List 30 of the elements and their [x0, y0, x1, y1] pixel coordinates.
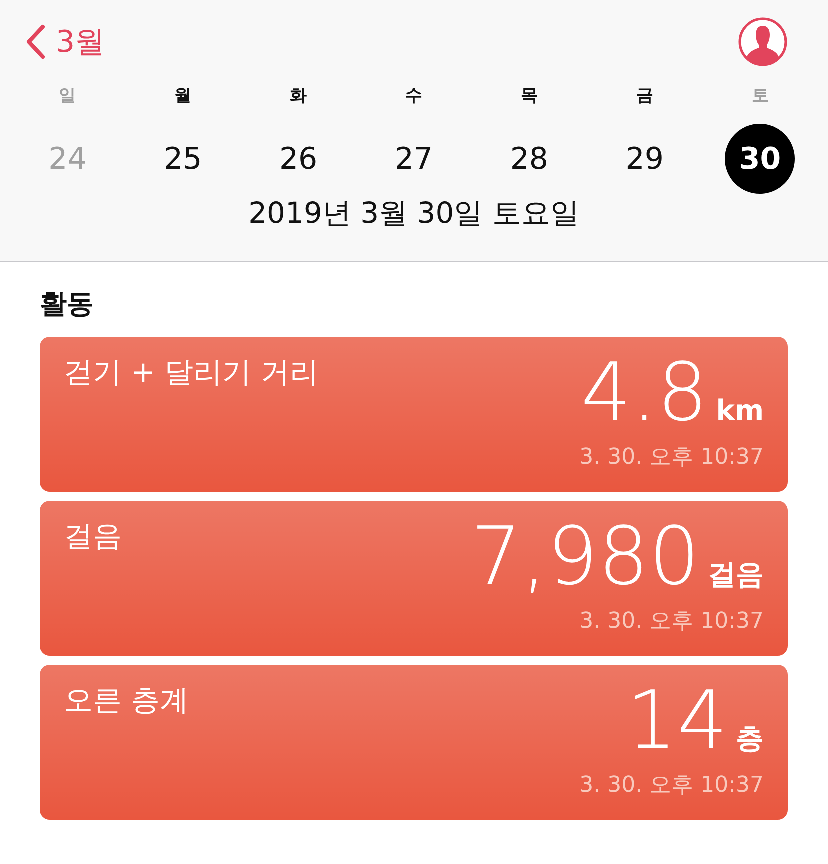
- card-title: 걷기 + 달리기 거리: [64, 354, 319, 391]
- metric-value: 14: [626, 681, 728, 761]
- weekday-label: 수: [405, 84, 422, 108]
- weekday-label: 일: [59, 84, 76, 108]
- weekday-label: 월: [174, 84, 192, 108]
- timestamp: 3. 30. 오후 10:37: [580, 444, 764, 472]
- weekday-label: 토: [752, 84, 769, 108]
- day-button[interactable]: 25: [148, 124, 218, 194]
- day-button[interactable]: 29: [610, 124, 680, 194]
- metric-unit: km: [716, 394, 764, 427]
- day-button[interactable]: 27: [378, 124, 449, 194]
- section-title: 활동: [40, 288, 95, 322]
- day-button[interactable]: 26: [264, 124, 334, 194]
- weekday-label: 금: [636, 84, 654, 108]
- timestamp: 3. 30. 오후 10:37: [580, 608, 764, 636]
- metric-value: 4.8: [580, 353, 708, 433]
- profile-icon[interactable]: [738, 17, 788, 67]
- metric-unit: 층: [736, 721, 764, 757]
- back-icon: [26, 24, 46, 60]
- timestamp: 3. 30. 오후 10:37: [580, 772, 764, 800]
- back-button[interactable]: 3월: [26, 22, 106, 62]
- day-button[interactable]: 30: [725, 124, 796, 194]
- selected-date: 2019년 3월 30일 토요일: [248, 195, 580, 232]
- weekday-label: 목: [520, 84, 538, 108]
- card-title: 오른 층계: [64, 682, 190, 719]
- card-title: 걸음: [64, 518, 122, 555]
- metric-value: 7,980: [470, 517, 700, 597]
- metric-unit: 걸음: [708, 557, 764, 593]
- day-button[interactable]: 28: [494, 124, 564, 194]
- weekday-label: 화: [290, 84, 308, 108]
